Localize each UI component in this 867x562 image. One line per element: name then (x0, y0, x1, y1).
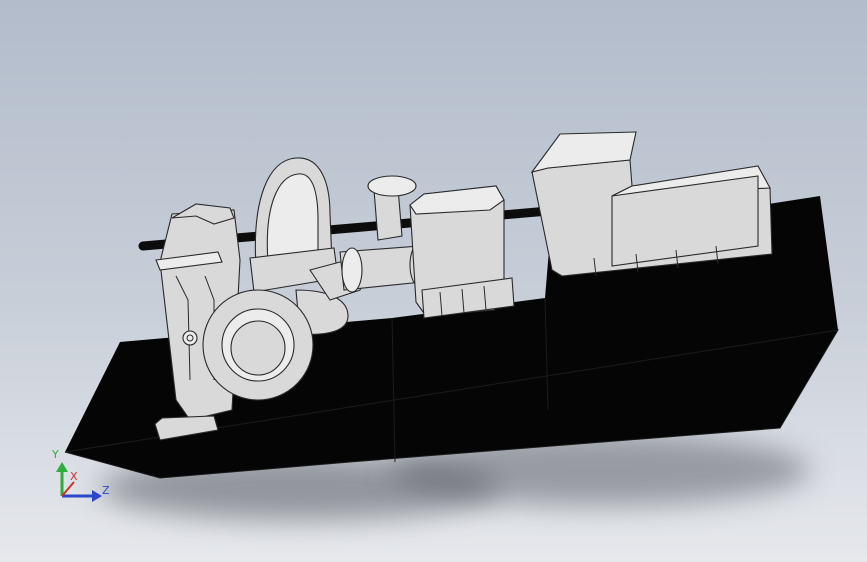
axis-z-label: Z (102, 484, 110, 497)
inlet-flange[interactable] (202, 289, 314, 401)
gearbox[interactable] (409, 185, 515, 319)
generator[interactable] (530, 131, 773, 277)
axis-x-label: X (70, 470, 78, 483)
axis-y-label: Y (51, 448, 59, 461)
cad-viewport[interactable]: Y X Z (0, 0, 867, 562)
model-scene[interactable]: Y X Z (0, 0, 867, 562)
